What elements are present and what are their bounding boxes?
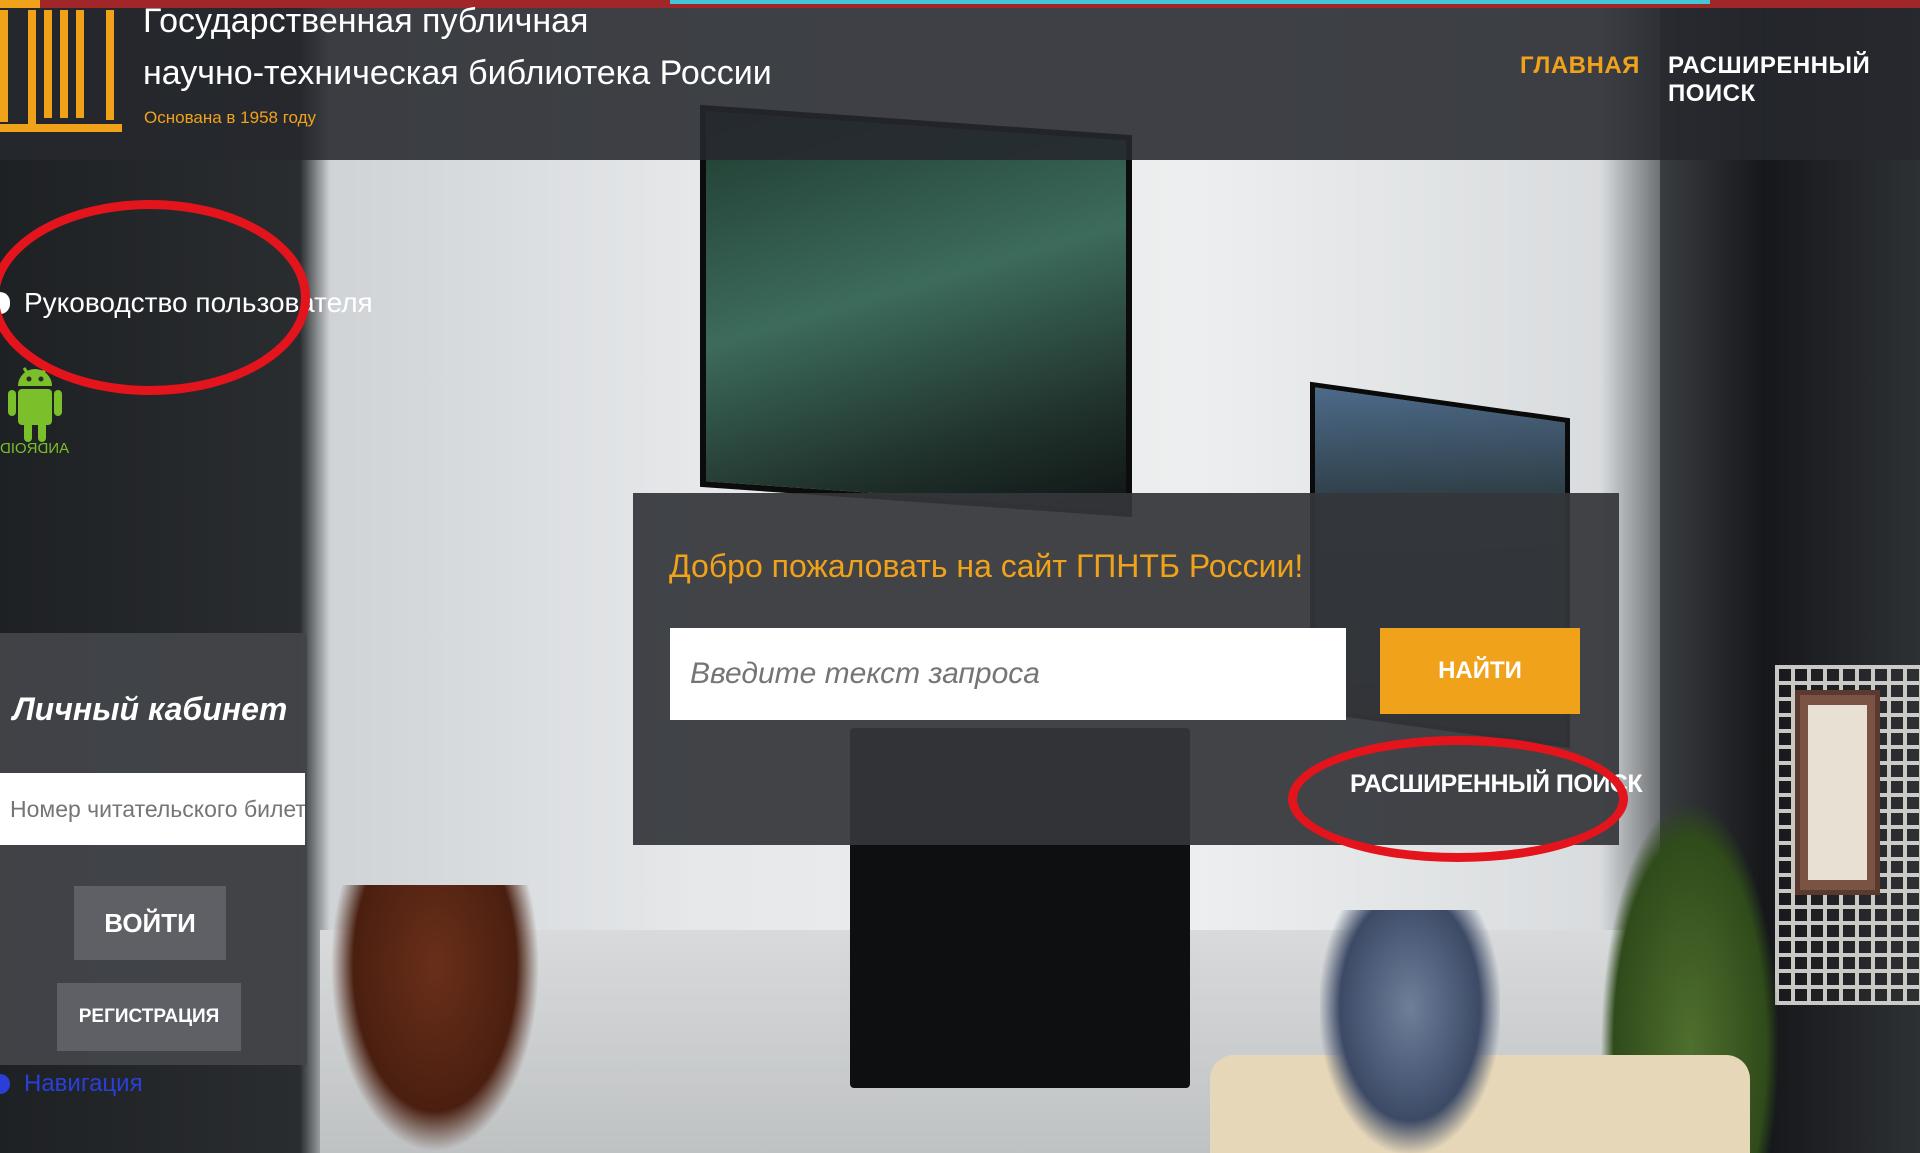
find-button[interactable]: НАЙТИ [1380,628,1580,714]
android-label: ANDROID [0,440,70,457]
logo-bar [60,10,68,118]
library-title-line1: Государственная публичная [143,2,589,40]
search-input[interactable] [670,628,1346,720]
background-tv-landscape [700,104,1132,518]
library-logo-icon[interactable] [0,0,122,132]
welcome-heading: Добро пожаловать на сайт ГПНТБ России! [669,548,1304,584]
logo-bar [28,10,36,132]
logo-bar [0,0,40,8]
nav-home-link[interactable]: ГЛАВНАЯ [1520,52,1640,80]
annotation-circle-advanced-search [1288,736,1628,862]
library-founded-subtitle: Основана в 1958 году [144,108,317,127]
background-picture-frame [1795,690,1880,895]
login-button[interactable]: ВОЙТИ [74,886,226,960]
header-accent-stripe-blue [670,0,1710,4]
nav-advanced-search-link[interactable]: РАСШИРЕННЫЙ ПОИСК [1668,52,1920,108]
logo-bar [44,10,52,118]
background-person-right [1320,910,1500,1153]
navigation-link[interactable]: Навигация [0,1070,143,1098]
library-title: Государственная публичная научно-техниче… [143,0,772,98]
logo-bar [0,124,122,132]
library-title-line2: научно-техническая библиотека России [143,54,772,92]
personal-cabinet-title: Личный кабинет [12,691,288,727]
reader-card-number-input[interactable] [0,773,305,845]
logo-bar [106,10,114,120]
bullet-icon [0,1074,10,1094]
register-button[interactable]: РЕГИСТРАЦИЯ [57,983,241,1051]
header-bar: Государственная публичная научно-техниче… [0,0,1920,160]
annotation-circle-user-guide [0,200,310,395]
logo-bar [0,10,8,122]
navigation-label: Навигация [24,1070,143,1097]
background-person-left [330,885,540,1153]
logo-bar [76,10,84,118]
personal-cabinet-panel: Личный кабинет ВОЙТИ РЕГИСТРАЦИЯ [0,633,307,1065]
